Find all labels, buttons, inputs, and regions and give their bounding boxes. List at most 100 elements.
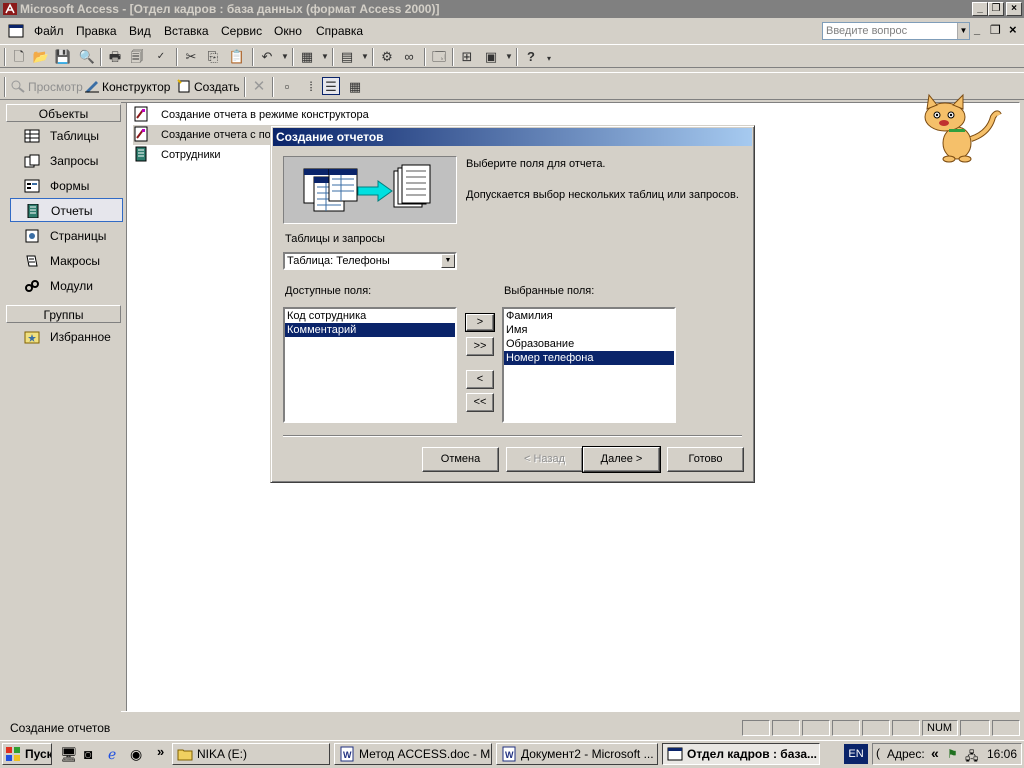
player-icon[interactable]: ◉ — [130, 746, 142, 763]
field-list-item[interactable]: Фамилия — [504, 309, 674, 323]
chevron-left-icon[interactable]: « — [931, 745, 939, 761]
task-button-word-method[interactable]: W Метод ACCESS.doc - Mi... — [334, 743, 492, 765]
large-icons-icon[interactable]: ▫ — [278, 78, 296, 96]
obj-item-favorites[interactable]: Избранное — [10, 325, 123, 349]
spelling-icon[interactable]: ✓ — [152, 48, 170, 66]
move-all-button[interactable]: >> — [466, 337, 494, 356]
remove-one-button[interactable]: < — [466, 370, 494, 389]
preview-button[interactable]: Просмотр — [10, 78, 83, 96]
task-button-explorer[interactable]: NIKA (E:) — [172, 743, 330, 765]
obj-item-reports[interactable]: Отчеты — [10, 198, 123, 222]
analyze-icon[interactable]: ▤ — [338, 48, 356, 66]
remove-all-button[interactable]: << — [466, 393, 494, 412]
child-close-button[interactable]: × — [1009, 22, 1017, 37]
undo-icon[interactable]: ↶ — [258, 48, 276, 66]
database-toolbar: Просмотр Конструктор Создать ✕ ▫ ⁞ ☰ ▦ — [0, 72, 1024, 100]
chevron-down-icon[interactable]: ▼ — [441, 254, 455, 268]
search-file-icon[interactable]: 🔍 — [78, 48, 96, 66]
network-icon[interactable]: 🖧 — [965, 747, 978, 768]
objects-header[interactable]: Объекты — [6, 104, 121, 122]
more-quicklaunch-icon[interactable]: » — [157, 744, 164, 759]
field-list-item[interactable]: Имя — [504, 323, 674, 337]
groups-header[interactable]: Группы — [6, 305, 121, 323]
task-button-access[interactable]: Отдел кадров : база... — [662, 743, 820, 765]
tray-icon[interactable]: ⚑ — [947, 747, 958, 761]
properties-icon[interactable]: 🗔 — [430, 48, 448, 66]
paste-icon[interactable]: 📋 — [228, 48, 246, 66]
move-one-button[interactable]: > — [465, 313, 495, 332]
delete-icon[interactable]: ✕ — [250, 78, 268, 96]
menu-edit[interactable]: Правка — [74, 23, 119, 39]
menu-view[interactable]: Вид — [127, 23, 153, 39]
new-object-icon[interactable]: ▣ — [482, 48, 500, 66]
maximize-button[interactable]: ❐ — [988, 2, 1004, 16]
menu-help[interactable]: Справка — [314, 23, 365, 39]
office-links-icon[interactable]: ▦ — [298, 48, 316, 66]
menu-tools[interactable]: Сервис — [219, 23, 264, 39]
close-button[interactable]: × — [1006, 2, 1022, 16]
obj-item-tables[interactable]: Таблицы — [10, 124, 123, 148]
language-indicator[interactable]: EN — [844, 744, 868, 764]
obj-item-label: Модули — [50, 279, 93, 293]
print-preview-icon[interactable]: 🗐 — [128, 48, 146, 66]
office-assistant-cat[interactable] — [917, 93, 1003, 163]
child-minimize-button[interactable]: _ — [974, 24, 980, 36]
code-icon[interactable]: ⚙ — [378, 48, 396, 66]
field-list-item[interactable]: Образование — [504, 337, 674, 351]
obj-item-forms[interactable]: Формы — [10, 174, 123, 198]
ask-question-box[interactable]: Введите вопрос ▼ — [822, 22, 970, 40]
finish-button[interactable]: Готово — [667, 447, 744, 472]
details-view-icon[interactable]: ▦ — [346, 78, 364, 96]
obj-item-pages[interactable]: Страницы — [10, 224, 123, 248]
dialog-title: Создание отчетов — [273, 128, 752, 146]
svg-text:W: W — [343, 750, 352, 760]
cancel-button[interactable]: Отмена — [422, 447, 499, 472]
list-view-icon[interactable]: ☰ — [322, 77, 340, 95]
save-icon[interactable]: 💾 — [54, 48, 72, 66]
address-label[interactable]: Адрес: — [887, 747, 925, 761]
child-restore-button[interactable]: ❐ — [990, 23, 1001, 37]
status-cell — [960, 720, 990, 736]
create-button[interactable]: Создать — [176, 78, 240, 96]
copy-icon[interactable]: ⎘ — [204, 48, 222, 66]
small-icons-icon[interactable]: ⁞ — [302, 78, 320, 96]
menu-window[interactable]: Окно — [272, 23, 304, 39]
field-list-item[interactable]: Комментарий — [285, 323, 455, 337]
list-item[interactable]: Сотрудники — [133, 145, 221, 165]
back-button[interactable]: < Назад — [506, 447, 583, 472]
wizard-prompt: Выберите поля для отчета. — [466, 158, 606, 170]
available-fields-list[interactable]: Код сотрудника Комментарий — [283, 307, 457, 423]
obj-item-modules[interactable]: Модули — [10, 274, 123, 298]
print-icon[interactable]: 🖶 — [106, 48, 124, 66]
desktop-icon[interactable]: 🖥 — [60, 746, 78, 763]
open-folder-icon[interactable]: 📂 — [32, 48, 50, 66]
obj-item-queries[interactable]: Запросы — [10, 149, 123, 173]
list-item[interactable]: Создание отчета с по — [133, 125, 277, 145]
selected-fields-list[interactable]: Фамилия Имя Образование Номер телефона — [502, 307, 676, 423]
obj-item-macros[interactable]: Макросы — [10, 249, 123, 273]
chevron-down-icon[interactable]: ▾ — [540, 50, 558, 68]
favorites-folder-icon — [24, 331, 40, 344]
status-cell — [862, 720, 890, 736]
relationships-icon[interactable]: ⊞ — [458, 48, 476, 66]
tables-combobox[interactable]: Таблица: Телефоны ▼ — [283, 252, 457, 270]
script-editor-icon[interactable]: ∞ — [400, 48, 418, 66]
designer-button[interactable]: Конструктор — [84, 78, 170, 96]
new-document-icon[interactable]: 🗋 — [10, 48, 28, 66]
field-list-item[interactable]: Код сотрудника — [285, 309, 455, 323]
start-button[interactable]: Пуск — [2, 743, 52, 765]
help-icon[interactable]: ? — [522, 48, 540, 66]
toolbar-separator — [272, 77, 274, 97]
field-list-item[interactable]: Номер телефона — [504, 351, 674, 365]
task-button-word-doc2[interactable]: W Документ2 - Microsoft ... — [496, 743, 658, 765]
next-button[interactable]: Далее > — [582, 446, 661, 473]
list-item[interactable]: Создание отчета в режиме конструктора — [133, 105, 369, 125]
chevron-down-icon[interactable]: ▼ — [957, 23, 969, 39]
menu-insert[interactable]: Вставка — [162, 23, 211, 39]
database-window-icon[interactable] — [8, 23, 24, 39]
menu-file[interactable]: Файл — [32, 23, 66, 39]
media-icon[interactable]: ◙ — [84, 746, 92, 762]
minimize-button[interactable]: _ — [972, 2, 988, 16]
cut-icon[interactable]: ✂ — [182, 48, 200, 66]
internet-explorer-icon[interactable]: ℯ — [108, 746, 116, 763]
